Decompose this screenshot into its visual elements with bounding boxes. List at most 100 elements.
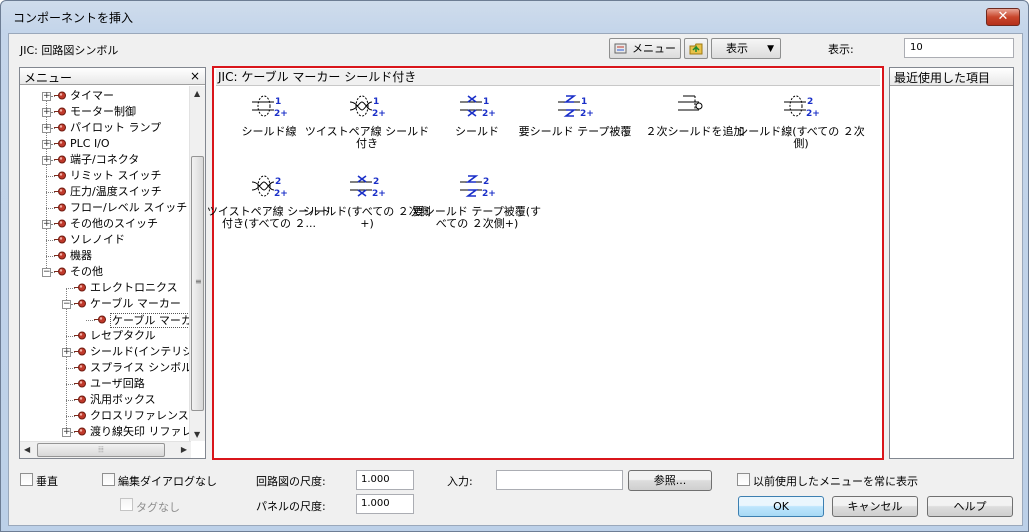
- symbol-icon: 22+: [784, 95, 819, 119]
- window-close-button[interactable]: ✕: [986, 8, 1020, 26]
- expand-icon[interactable]: +: [42, 92, 51, 101]
- svg-text:2+: 2+: [274, 189, 287, 199]
- symbol-icon: 22+: [350, 175, 385, 199]
- view-dropdown[interactable]: 表示 ▼: [711, 38, 781, 59]
- expand-icon[interactable]: +: [42, 140, 51, 149]
- scroll-right-icon[interactable]: ▶: [181, 445, 187, 454]
- menu-vertical-scrollbar[interactable]: ▲ ≡ ▼: [189, 86, 205, 441]
- cancel-button[interactable]: キャンセル: [832, 496, 918, 517]
- component-node-icon: [54, 186, 67, 197]
- menu-tree-item-label: 汎用ボックス: [90, 393, 156, 406]
- back-button[interactable]: [684, 38, 708, 59]
- collapse-icon[interactable]: −: [42, 268, 51, 277]
- display-label: 表示:: [828, 43, 854, 56]
- menu-tree-item-label: クロスリファレンス シ: [90, 409, 191, 422]
- component-node-icon: [74, 410, 87, 421]
- menu-tree: + タイマー + モーター制御 + パイロット ランプ + PLC I/O + 端子/コネクタリミ…: [20, 86, 191, 441]
- tree-connector-line: [66, 288, 67, 432]
- component-node-icon: [54, 154, 67, 165]
- component-node-icon: [74, 394, 87, 405]
- symbol-caption: 要シールド テープ被覆: [518, 125, 632, 138]
- menu-tree-item-label: シールド(インテリジェ: [90, 345, 191, 358]
- symbol-caption: シールド線(すべての ２次側): [737, 125, 865, 150]
- menu-tree-item-label: パイロット ランプ: [70, 121, 162, 134]
- no-tag-checkbox[interactable]: [120, 498, 133, 511]
- shield-tape-all-secondary-symbol[interactable]: 2 2+ 要シールド テープ被覆(すべての ２次側+): [412, 172, 542, 230]
- menu-vertical-scroll-thumb[interactable]: ≡: [191, 156, 204, 411]
- component-node-icon: [74, 346, 87, 357]
- dialog-client: JIC: 回路図シンボル メニュー 表示 ▼ 表示: 10 メニュー × + タイ…: [8, 33, 1023, 526]
- browse-button[interactable]: 参照...: [628, 470, 712, 491]
- panel-scale-label: パネルの尺度:: [256, 500, 326, 513]
- symbol-icon: 12+: [460, 95, 495, 119]
- component-node-icon: [74, 362, 87, 373]
- symbol-icon: 22+: [460, 175, 495, 199]
- menu-tree-item-label: エレクトロニクス: [90, 281, 178, 294]
- shielded-wire-all-secondary-symbol[interactable]: 2 2+ シールド線(すべての ２次側): [736, 92, 866, 150]
- menu-panel-close-button[interactable]: ×: [190, 69, 200, 83]
- svg-text:1: 1: [581, 97, 587, 107]
- component-node-icon: [54, 106, 67, 117]
- svg-text:2: 2: [483, 177, 489, 187]
- schematic-scale-input[interactable]: 1.000: [356, 470, 414, 490]
- input-field[interactable]: [496, 470, 623, 490]
- no-edit-dialog-label: 編集ダイアログなし: [118, 475, 217, 488]
- component-node-icon: [74, 298, 87, 309]
- input-label: 入力:: [447, 475, 473, 488]
- recent-items-panel: 最近使用した項目: [889, 67, 1014, 459]
- menu-horizontal-scroll-thumb[interactable]: ⦙⦙⦙: [37, 443, 165, 457]
- expand-icon[interactable]: +: [62, 428, 71, 437]
- help-button[interactable]: ヘルプ: [927, 496, 1013, 517]
- scroll-left-icon[interactable]: ◀: [24, 445, 30, 454]
- chevron-down-icon: ▼: [767, 44, 774, 54]
- component-node-icon: [74, 330, 87, 341]
- symbol-icon: 12+: [252, 95, 287, 119]
- menu-horizontal-scrollbar[interactable]: ◀ ⦙⦙⦙ ▶: [20, 441, 191, 458]
- show-previous-menu-checkbox[interactable]: [737, 473, 750, 486]
- expand-icon[interactable]: +: [62, 348, 71, 357]
- symbol-caption: 要シールド テープ被覆(すべての ２次側+): [412, 205, 542, 230]
- svg-text:2+: 2+: [580, 109, 593, 119]
- panel-scale-input[interactable]: 1.000: [356, 494, 414, 514]
- vertical-checkbox-label: 垂直: [36, 475, 58, 488]
- palette-title: JIC: ケーブル マーカー シールド付き: [216, 69, 880, 86]
- no-edit-dialog-checkbox[interactable]: [102, 473, 115, 486]
- scroll-down-icon[interactable]: ▼: [194, 430, 200, 439]
- folder-up-icon: [688, 41, 704, 62]
- menu-tree-item-label: その他のスイッチ: [70, 217, 158, 230]
- menu-tree-item-label: モーター制御: [70, 105, 136, 118]
- component-node-icon: [54, 234, 67, 245]
- svg-text:2+: 2+: [482, 109, 495, 119]
- menu-panel-title: メニュー: [24, 71, 73, 85]
- component-node-icon: [54, 170, 67, 181]
- ok-button[interactable]: OK: [738, 496, 824, 517]
- shield-tape-symbol[interactable]: 1 2+ 要シールド テープ被覆: [510, 92, 640, 138]
- collapse-icon[interactable]: −: [62, 300, 71, 309]
- menu-tree-item-label: その他: [70, 265, 103, 278]
- scroll-up-icon[interactable]: ▲: [194, 89, 200, 98]
- insert-component-dialog: コンポーネントを挿入 ✕ JIC: 回路図シンボル メニュー 表示 ▼ 表示: …: [0, 0, 1029, 532]
- menu-tree-item-label: タイマー: [70, 89, 114, 102]
- component-node-icon: [54, 266, 67, 277]
- symbol-icon: 12+: [558, 95, 593, 119]
- expand-icon[interactable]: +: [42, 124, 51, 133]
- menu-tree-item-label: 端子/コネクタ: [70, 153, 140, 166]
- library-name: JIC: 回路図シンボル: [20, 44, 119, 57]
- display-count-input[interactable]: 10: [904, 38, 1014, 58]
- svg-text:2: 2: [373, 177, 379, 187]
- recent-panel-title: 最近使用した項目: [894, 71, 991, 85]
- menu-tree-panel: メニュー × + タイマー + モーター制御 + パイロット ランプ + PLC I/O + 端子…: [19, 67, 206, 459]
- expand-icon[interactable]: +: [42, 156, 51, 165]
- menu-button[interactable]: メニュー: [609, 38, 681, 59]
- component-node-icon: [54, 90, 67, 101]
- menu-tree-item-label: リミット スイッチ: [70, 169, 162, 182]
- symbol-icon: 12+: [349, 95, 385, 119]
- menu-tree-item-label: PLC I/O: [70, 137, 110, 150]
- expand-icon[interactable]: +: [42, 108, 51, 117]
- svg-text:2+: 2+: [806, 109, 819, 119]
- vertical-checkbox[interactable]: [20, 473, 33, 486]
- component-node-icon: [54, 250, 67, 261]
- expand-icon[interactable]: +: [42, 220, 51, 229]
- menu-tree-item-label: レセプタクル: [90, 329, 156, 342]
- symbol-palette-panel: JIC: ケーブル マーカー シールド付き 1 2+ シールド線 1 2+ ツイストペア線…: [207, 66, 884, 460]
